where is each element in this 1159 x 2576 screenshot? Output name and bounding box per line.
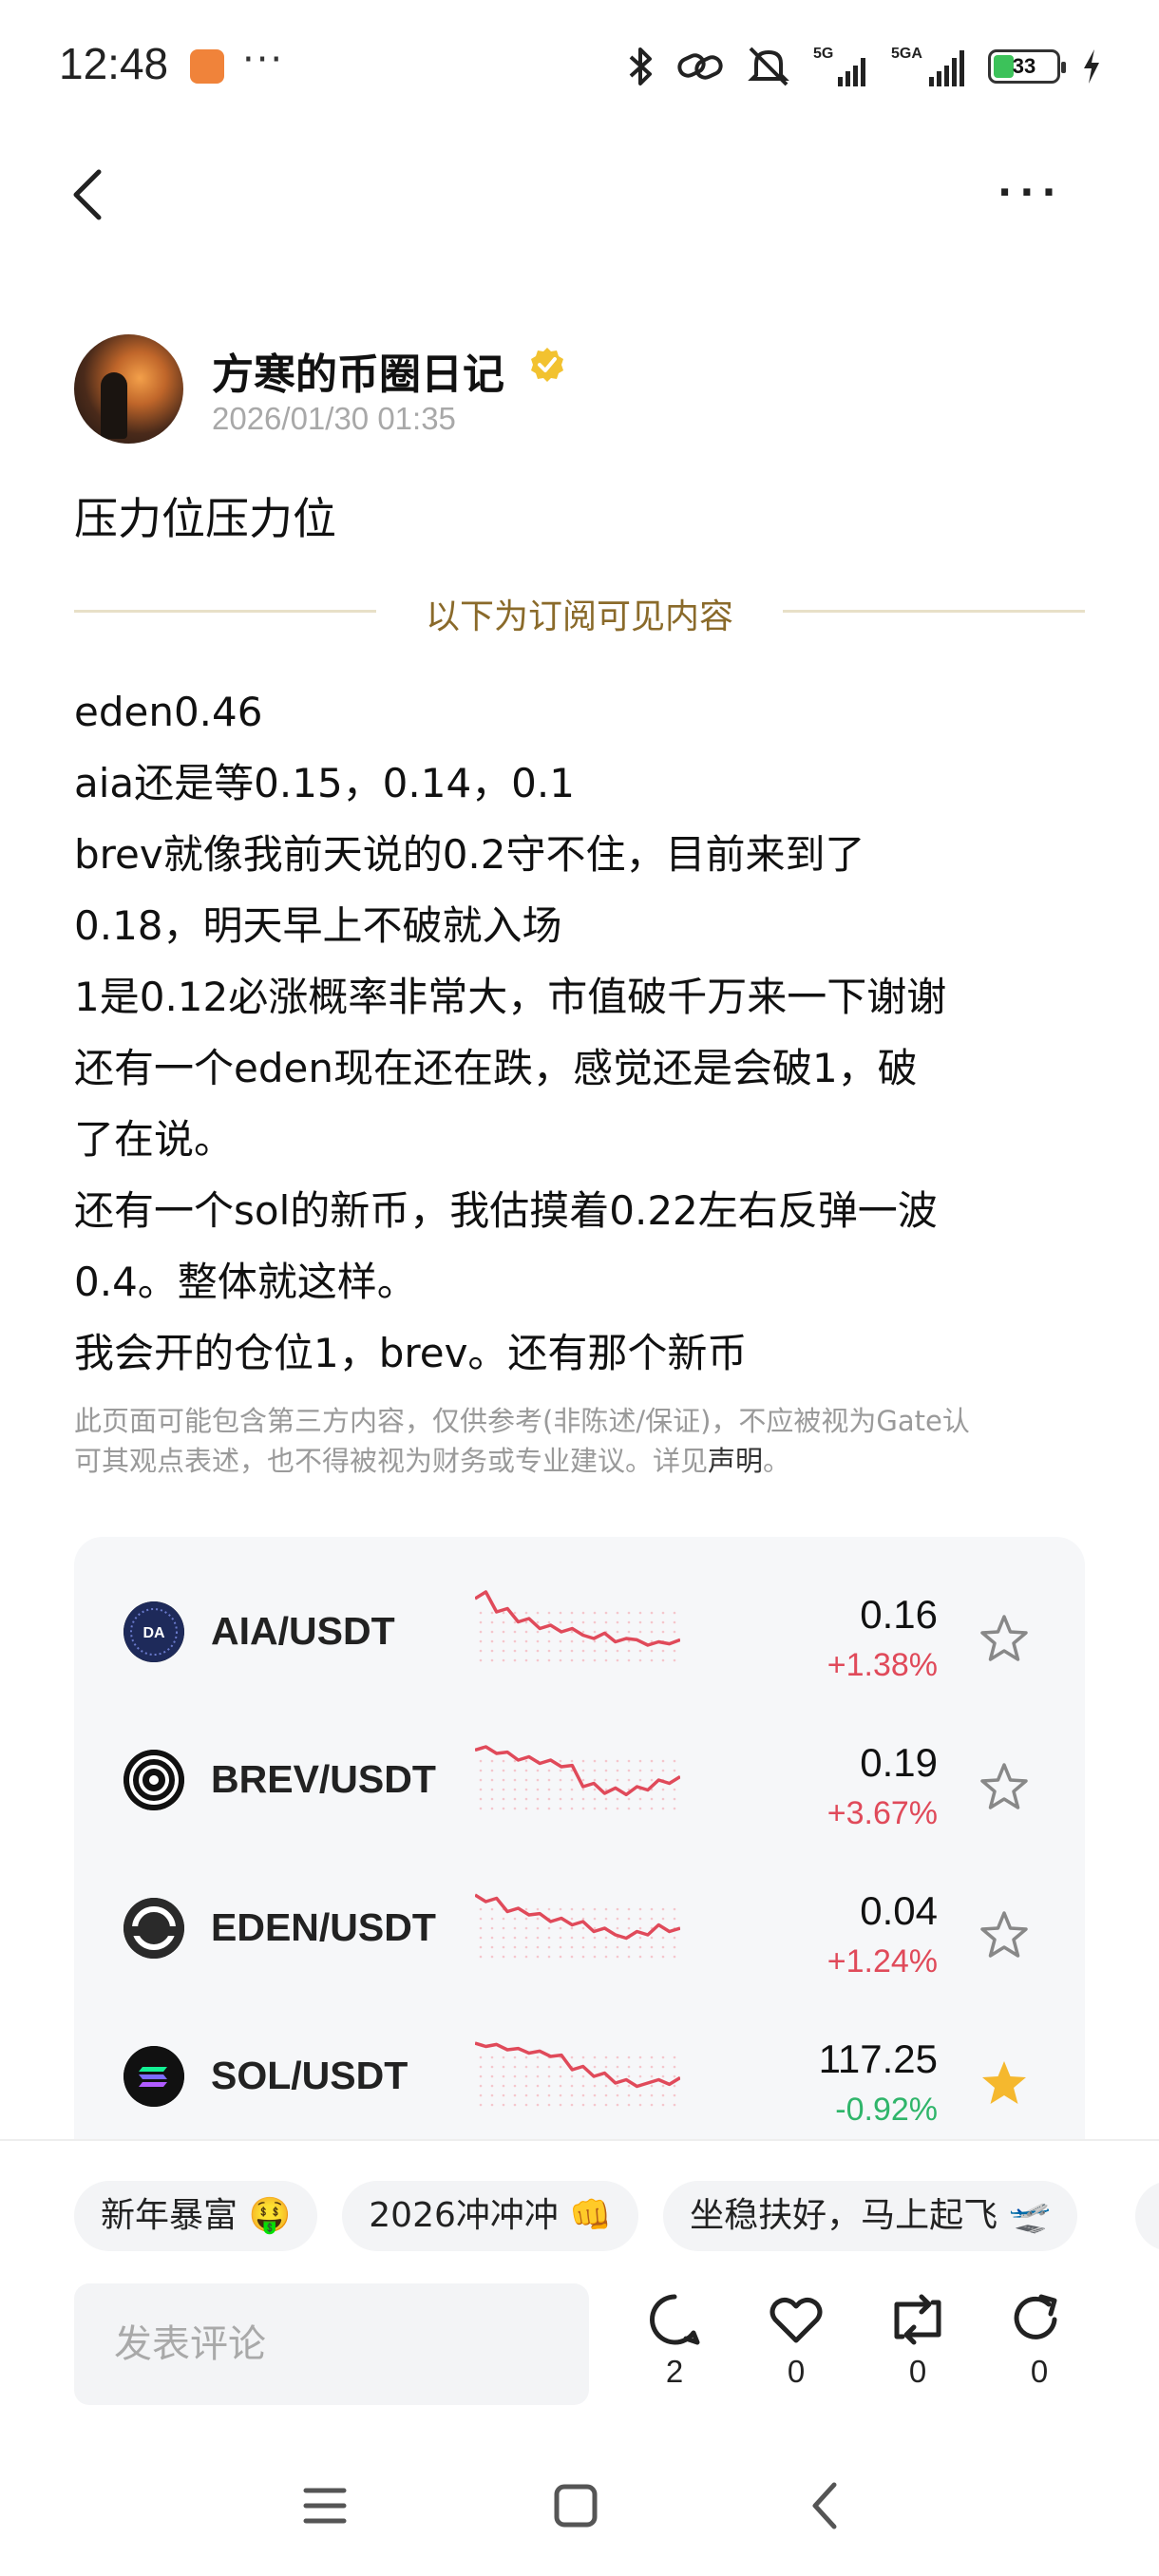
heart-icon bbox=[770, 2297, 823, 2343]
post-line: 了在说。 bbox=[74, 1116, 235, 1163]
sol-logo-icon bbox=[124, 2046, 184, 2107]
like-count: 0 bbox=[787, 2354, 806, 2389]
chevron-left-icon bbox=[73, 169, 102, 220]
star-outline-icon[interactable] bbox=[976, 1611, 1033, 1668]
market-pair-row[interactable]: DA AIA/USDT 0.16 +1.38% bbox=[74, 1556, 1085, 1704]
link-icon bbox=[677, 53, 723, 80]
comment-input[interactable]: 发表评论 bbox=[74, 2283, 589, 2405]
repost-count: 0 bbox=[908, 2354, 927, 2389]
pair-name: BREV/USDT bbox=[211, 1757, 436, 1801]
pair-price: 0.16 bbox=[860, 1592, 938, 1637]
post-line: 1是0.12必涨概率非常大，市值破千万来一下谢谢 bbox=[74, 974, 947, 1020]
pair-name: SOL/USDT bbox=[211, 2054, 408, 2097]
pair-price: 117.25 bbox=[818, 2036, 938, 2081]
like-button[interactable]: 0 bbox=[758, 2291, 834, 2405]
status-bar: 12:48 ··· 5G 5GA 33 bbox=[0, 0, 1159, 133]
subscriber-divider: 以下为订阅可见内容 bbox=[74, 589, 1085, 636]
pair-name: EDEN/USDT bbox=[211, 1905, 436, 1949]
home-button[interactable] bbox=[547, 2477, 604, 2534]
svg-text:5G: 5G bbox=[813, 46, 833, 62]
status-icons: 5G 5GA 33 bbox=[627, 38, 1102, 95]
signal-5ga-icon: 5GA bbox=[891, 46, 964, 86]
comment-icon bbox=[650, 2294, 700, 2345]
verified-badge-icon bbox=[531, 348, 563, 382]
disclaimer: 此页面可能包含第三方内容，仅供参考(非陈述/保证)，不应被视为Gate认 可其观… bbox=[74, 1401, 1081, 1481]
market-pair-row[interactable]: BREV/USDT 0.19 +3.67% bbox=[74, 1704, 1085, 1852]
topic-tag[interactable]: 坐稳扶好，马上起飞 🛫 bbox=[663, 2181, 1078, 2251]
system-navigation-bar bbox=[0, 2451, 1159, 2555]
price-sparkline bbox=[475, 1590, 680, 1662]
pair-price: 0.04 bbox=[860, 1888, 938, 1933]
post-line: brev就像我前天说的0.2守不住，目前来到了 bbox=[74, 831, 865, 878]
comment-count: 2 bbox=[665, 2354, 684, 2389]
author-name[interactable]: 方寒的币圈日记 bbox=[212, 340, 504, 401]
eden-logo-icon bbox=[124, 1898, 184, 1959]
post-line: 还有一个sol的新币，我估摸着0.22左右反弹一波 bbox=[74, 1187, 938, 1234]
brev-logo-icon bbox=[124, 1750, 184, 1810]
topic-tag[interactable]: 2026冲冲冲 👊 bbox=[342, 2181, 639, 2251]
svg-text:DA: DA bbox=[142, 1625, 165, 1641]
market-pair-row[interactable]: SOL/USDT 117.25 -0.92% bbox=[74, 2000, 1085, 2145]
disclaimer-link[interactable]: 声明 bbox=[708, 1445, 763, 1477]
star-outline-icon[interactable] bbox=[976, 1907, 1033, 1964]
disclaimer-line: 可其观点表述，也不得被视为财务或专业建议。详见声明。 bbox=[74, 1445, 791, 1477]
bluetooth-icon bbox=[629, 47, 652, 85]
post-title: 压力位压力位 bbox=[74, 493, 336, 544]
pair-change: +1.24% bbox=[826, 1943, 938, 1979]
star-outline-icon[interactable] bbox=[976, 1759, 1033, 1816]
charging-icon bbox=[1084, 49, 1099, 84]
pair-change: +3.67% bbox=[826, 1795, 938, 1831]
post-line: 我会开的仓位1，brev。还有那个新币 bbox=[74, 1330, 748, 1376]
recent-apps-button[interactable] bbox=[296, 2477, 353, 2534]
market-pair-row[interactable]: EDEN/USDT 0.04 +1.24% bbox=[74, 1852, 1085, 2000]
share-button[interactable]: 0 bbox=[1001, 2291, 1077, 2405]
signal-5g-icon: 5G bbox=[813, 46, 865, 86]
price-sparkline bbox=[475, 1745, 680, 1810]
mute-icon bbox=[748, 47, 789, 86]
price-sparkline bbox=[475, 2041, 680, 2107]
back-button[interactable] bbox=[68, 166, 125, 233]
avatar[interactable] bbox=[74, 334, 183, 444]
battery-icon: 33 bbox=[988, 49, 1066, 84]
post-line: aia还是等0.15，0.14，0.1 bbox=[74, 760, 575, 806]
post-body: eden0.46 aia还是等0.15，0.14，0.1 brev就像我前天说的… bbox=[74, 676, 1100, 1389]
topic-tags: 新年暴富 🤑 2026冲冲冲 👊 坐稳扶好，马上起飞 🛫 bbox=[74, 2181, 1102, 2253]
disclaimer-line: 此页面可能包含第三方内容，仅供参考(非陈述/保证)，不应被视为Gate认 bbox=[74, 1405, 970, 1437]
repost-button[interactable]: 0 bbox=[880, 2291, 956, 2405]
post-line: 还有一个eden现在还在跌，感觉还是会破1，破 bbox=[74, 1045, 918, 1091]
svg-text:5GA: 5GA bbox=[891, 46, 922, 62]
post-date: 2026/01/30 01:35 bbox=[212, 401, 456, 436]
market-card: DA AIA/USDT 0.16 +1.38% BREV/USDT 0.19 +3.67% E… bbox=[74, 1537, 1085, 2145]
pair-name: AIA/USDT bbox=[211, 1609, 395, 1653]
post-actions: 2 0 0 0 bbox=[636, 2291, 1112, 2405]
more-notifications-icon: ··· bbox=[242, 38, 285, 82]
star-filled-icon[interactable] bbox=[976, 2055, 1033, 2112]
share-icon bbox=[1014, 2294, 1057, 2339]
repost-icon bbox=[894, 2294, 941, 2345]
price-sparkline bbox=[475, 1893, 680, 1959]
aia-logo-icon: DA bbox=[124, 1601, 184, 1662]
comment-button[interactable]: 2 bbox=[636, 2291, 712, 2405]
post-line: eden0.46 bbox=[74, 689, 263, 735]
status-time: 12:48 bbox=[59, 39, 169, 88]
app-notification-icon bbox=[190, 49, 224, 84]
topic-tag-partial[interactable] bbox=[1135, 2181, 1159, 2251]
system-back-button[interactable] bbox=[798, 2477, 855, 2534]
share-count: 0 bbox=[1030, 2354, 1049, 2389]
topic-tag[interactable]: 新年暴富 🤑 bbox=[74, 2181, 318, 2251]
pair-change: -0.92% bbox=[835, 2092, 938, 2128]
pair-price: 0.19 bbox=[860, 1740, 938, 1785]
post-line: 0.18，明天早上不破就入场 bbox=[74, 902, 562, 949]
subscriber-divider-label: 以下为订阅可见内容 bbox=[425, 597, 733, 636]
pair-change: +1.38% bbox=[826, 1647, 938, 1683]
post-line: 0.4。整体就这样。 bbox=[74, 1259, 417, 1305]
more-options-button[interactable]: ··· bbox=[998, 171, 1074, 228]
